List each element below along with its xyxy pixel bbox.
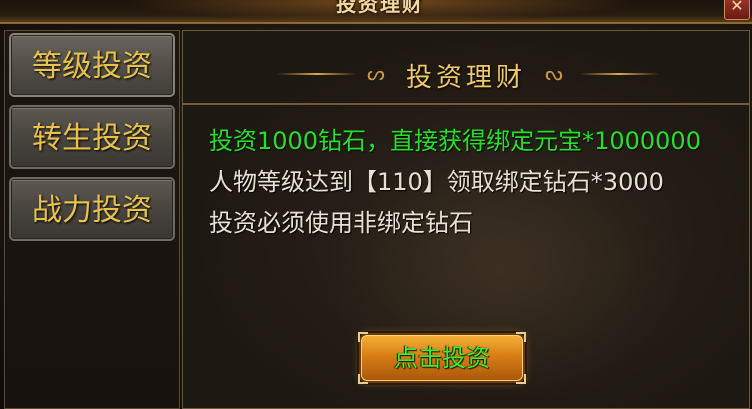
- reward-line: 投资1000钻石，直接获得绑定元宝*1000000: [209, 127, 701, 155]
- panel-header: ᔕ 投资理财 ᔕ: [183, 31, 749, 105]
- invest-button-label: 点击投资: [394, 344, 490, 372]
- header-line-left: [277, 73, 357, 75]
- tab-label: 等级投资: [32, 49, 152, 84]
- corner-ornament: [358, 374, 368, 384]
- tab-rebirth-investment[interactable]: 转生投资: [9, 105, 175, 169]
- title-bar: 投资理财 ✕: [0, 0, 752, 24]
- corner-ornament: [358, 332, 368, 342]
- corner-ornament: [516, 374, 526, 384]
- invest-button[interactable]: 点击投资: [358, 332, 526, 384]
- sidebar: 等级投资 转生投资 战力投资: [4, 30, 180, 409]
- close-icon: ✕: [730, 0, 744, 15]
- requirement-line: 投资必须使用非绑定钻石: [209, 209, 473, 237]
- ornament-right-icon: ᔕ: [545, 61, 563, 85]
- tab-label: 战力投资: [32, 193, 152, 228]
- header-line-right: [579, 73, 659, 75]
- tab-label: 转生投资: [32, 121, 152, 156]
- tab-power-investment[interactable]: 战力投资: [9, 177, 175, 241]
- close-button[interactable]: ✕: [724, 0, 750, 20]
- corner-ornament: [516, 332, 526, 342]
- window-title: 投资理财: [336, 0, 424, 16]
- content-panel: ᔕ 投资理财 ᔕ 投资1000钻石，直接获得绑定元宝*1000000 人物等级达…: [182, 30, 750, 409]
- investment-description: 投资1000钻石，直接获得绑定元宝*1000000 人物等级达到【110】领取绑…: [209, 121, 729, 244]
- level-reward-line: 人物等级达到【110】领取绑定钻石*3000: [209, 168, 664, 196]
- panel-title: 投资理财: [405, 63, 526, 93]
- investment-window: 投资理财 ✕ 等级投资 转生投资 战力投资 ᔕ 投资理财 ᔕ 投资1000钻石，…: [0, 0, 752, 409]
- tab-level-investment[interactable]: 等级投资: [9, 33, 175, 97]
